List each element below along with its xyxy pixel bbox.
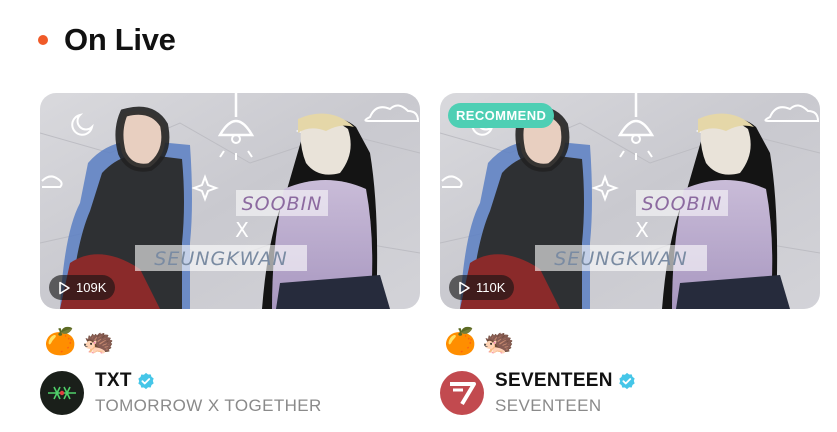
recommend-badge: RECOMMEND [448,103,555,128]
orange-emoji-icon: 🍊 [44,326,77,356]
orange-emoji-icon: 🍊 [444,326,477,356]
svg-text:SEUNGKWAN: SEUNGKWAN [154,248,287,270]
hedgehog-emoji-icon: 🦔 [482,326,515,356]
emoji-row: 🍊 🦔 [44,325,115,357]
view-count-label: 109K [76,280,107,295]
svg-text:SOOBIN: SOOBIN [242,193,323,215]
play-icon [459,281,470,294]
view-count: 109K [49,275,116,300]
svg-text:X: X [235,218,249,242]
artist-subtitle: SEVENTEEN [495,396,602,415]
live-card[interactable]: SOOBIN X SEUNGKWAN 109K 🍊 🦔 TXT TOMORROW… [40,93,420,415]
hedgehog-emoji-icon: 🦔 [82,326,115,356]
artist-info[interactable]: SEVENTEEN SEVENTEEN [440,369,636,416]
verified-icon [619,372,635,390]
artist-name[interactable]: SEVENTEEN [495,370,613,392]
svg-text:X: X [635,218,649,242]
live-thumbnail[interactable]: SOOBIN X SEUNGKWAN 109K [40,93,420,309]
emoji-row: 🍊 🦔 [444,325,515,357]
live-thumbnail[interactable]: SOOBIN X SEUNGKWAN RECOMMEND 110K [440,93,820,309]
artist-name[interactable]: TXT [95,370,132,392]
seventeen-logo-icon[interactable] [440,370,484,415]
artist-subtitle: TOMORROW X TOGETHER [95,396,322,415]
view-count: 110K [449,275,515,300]
verified-icon [138,372,154,390]
view-count-label: 110K [476,280,506,295]
svg-text:SOOBIN: SOOBIN [642,193,723,215]
svg-text:SEUNGKWAN: SEUNGKWAN [554,248,687,270]
section-title: On Live [64,22,176,57]
play-icon [59,281,70,294]
section-header: On Live [38,20,176,60]
txt-logo-icon[interactable] [40,370,84,415]
live-card[interactable]: SOOBIN X SEUNGKWAN RECOMMEND 110K 🍊 🦔 SEV… [440,93,820,415]
artist-info[interactable]: TXT TOMORROW X TOGETHER [40,369,322,416]
live-dot-icon [38,35,48,45]
